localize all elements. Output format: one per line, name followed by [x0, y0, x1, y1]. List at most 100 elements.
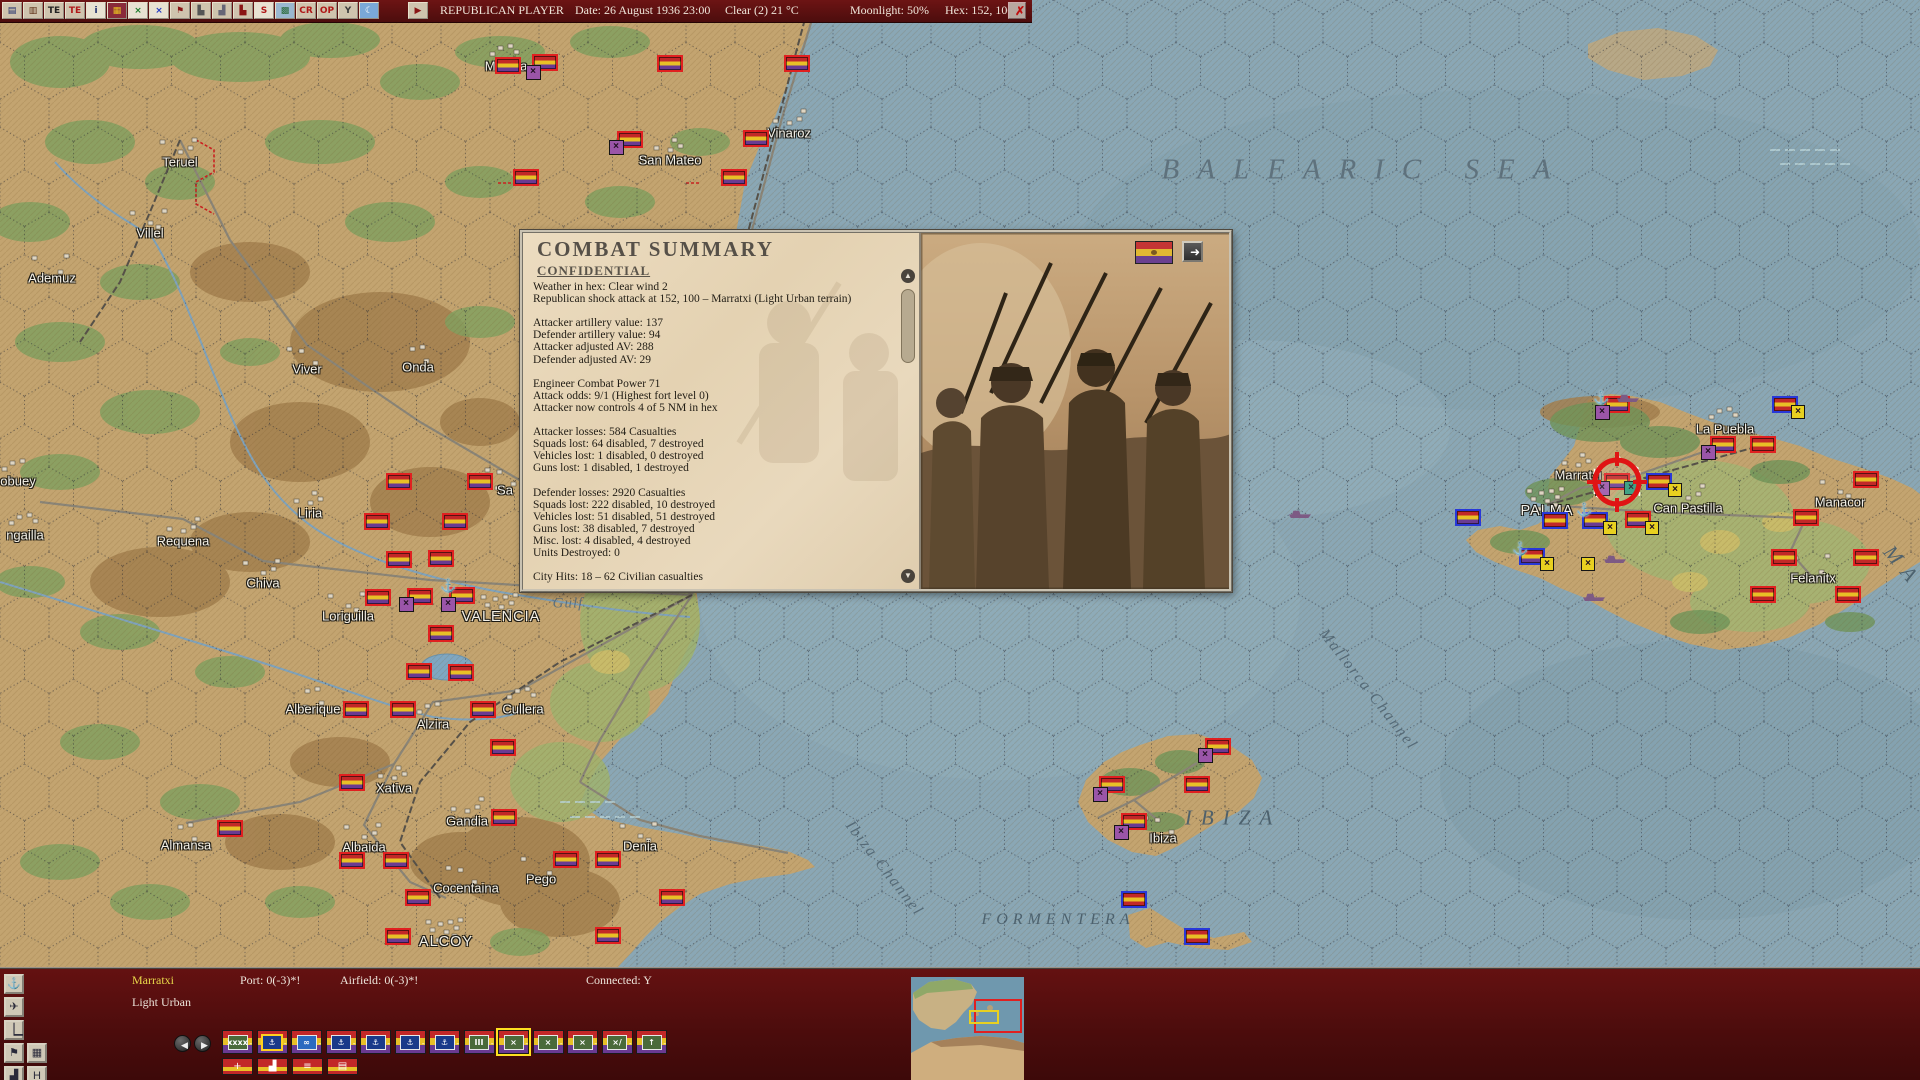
supply-icon[interactable]: S	[254, 2, 274, 19]
unit-counter[interactable]	[442, 513, 468, 530]
garrison-marker[interactable]: ×	[609, 140, 624, 155]
unit-fleet3-button[interactable]: ⚓-	[395, 1030, 426, 1054]
save-icon[interactable]: ▤	[2, 2, 22, 19]
objective-marker[interactable]: ×	[1645, 521, 1659, 535]
objective-marker[interactable]: ×	[1540, 557, 1554, 571]
unit-counter[interactable]	[513, 169, 539, 186]
objective-marker[interactable]: ×	[1668, 483, 1682, 497]
density-icon[interactable]: ▦	[107, 2, 127, 19]
info-icon[interactable]: i	[86, 2, 106, 19]
naval-filter-icon[interactable]: ▕▁	[4, 1020, 24, 1040]
garrison-marker[interactable]: ×	[1701, 445, 1716, 460]
unit-counter[interactable]	[743, 130, 769, 147]
unit-counter[interactable]	[721, 169, 747, 186]
next-phase-icon[interactable]: ▶	[408, 2, 428, 19]
garrison-marker[interactable]: ×	[526, 65, 541, 80]
unit-counter[interactable]	[339, 774, 365, 791]
commanders-report-icon[interactable]: CR	[296, 2, 316, 19]
unit-counter[interactable]	[467, 473, 493, 490]
factory-filter-icon[interactable]: ▟	[4, 1066, 24, 1080]
unit-counter[interactable]	[428, 625, 454, 642]
unit-counter[interactable]	[1835, 586, 1861, 603]
port-anchor-icon[interactable]: ⚓	[1512, 541, 1528, 557]
depot-marker[interactable]: ×	[1624, 481, 1638, 495]
port-anchor-icon[interactable]: ⚓	[1593, 390, 1609, 406]
unit-counter[interactable]	[657, 55, 683, 72]
bombard-icon[interactable]: ▙	[191, 2, 211, 19]
unit-counter[interactable]	[386, 551, 412, 568]
day-night-icon[interactable]: ☾	[359, 2, 379, 19]
unit-counter[interactable]	[553, 851, 579, 868]
unit-counter[interactable]	[448, 664, 474, 681]
garrison-marker[interactable]: ×	[399, 597, 414, 612]
garrison-marker[interactable]: ×	[1198, 748, 1213, 763]
unit-counter[interactable]	[383, 852, 409, 869]
port-anchor-icon[interactable]: ⚓	[440, 578, 456, 594]
unit-corps-button[interactable]: III-	[464, 1030, 495, 1054]
scrollbar-thumb[interactable]	[901, 289, 915, 363]
garrison-marker[interactable]: ×	[1595, 405, 1610, 420]
unit-counter[interactable]	[405, 889, 431, 906]
unit-fleet4-button[interactable]: ⚓-	[429, 1030, 460, 1054]
repair-button[interactable]: +	[222, 1058, 253, 1075]
unit-counter[interactable]	[390, 701, 416, 718]
orders-log-icon[interactable]: ▥	[23, 2, 43, 19]
operations-icon[interactable]: OP	[317, 2, 337, 19]
garrison-marker[interactable]: ×	[1093, 787, 1108, 802]
anchor-filter-icon[interactable]: ⚓	[4, 974, 24, 994]
prev-unit-button[interactable]: ◀	[174, 1035, 191, 1052]
unit-infantry1-button[interactable]: ×-	[498, 1030, 529, 1054]
terrain-icon[interactable]: ▩	[275, 2, 295, 19]
unit-infantry3-button[interactable]: ×-	[567, 1030, 598, 1054]
unit-counter[interactable]	[1771, 549, 1797, 566]
unit-counter[interactable]	[659, 889, 685, 906]
unit-infantry2-button[interactable]: ×-	[533, 1030, 564, 1054]
unit-reserve-button[interactable]: ↑-	[636, 1030, 667, 1054]
scroll-up-button[interactable]: ▲	[901, 269, 915, 283]
depot-button[interactable]: ▤	[327, 1058, 358, 1075]
unit-counter[interactable]	[1793, 509, 1819, 526]
unit-counter[interactable]	[490, 739, 516, 756]
naval-icon[interactable]: ▟	[212, 2, 232, 19]
flag-filter-icon[interactable]: ⚑	[4, 1043, 24, 1063]
map-mode-icon[interactable]: ▦	[27, 1043, 47, 1063]
toggle-te2-icon[interactable]: TE	[65, 2, 85, 19]
unit-counter[interactable]	[1853, 471, 1879, 488]
garrison-marker[interactable]: ×	[1595, 481, 1610, 496]
unit-counter[interactable]	[491, 809, 517, 826]
unit-counter[interactable]	[428, 550, 454, 567]
scroll-down-button[interactable]: ▼	[901, 569, 915, 583]
unit-counter[interactable]	[406, 663, 432, 680]
unit-counter[interactable]	[1750, 586, 1776, 603]
unit-counter[interactable]	[339, 852, 365, 869]
unit-engineer-button[interactable]: ×/-	[602, 1030, 633, 1054]
next-combat-button[interactable]: ➜	[1182, 241, 1203, 262]
unit-hq-button[interactable]: xxxx-	[222, 1030, 253, 1054]
air-filter-icon[interactable]: ✈	[4, 997, 24, 1017]
objective-marker[interactable]: ×	[1791, 405, 1805, 419]
unit-counter[interactable]	[385, 928, 411, 945]
unit-counter[interactable]	[1455, 509, 1481, 526]
train-button[interactable]: ≡	[292, 1058, 323, 1075]
unit-counter[interactable]	[1184, 928, 1210, 945]
close-button[interactable]: ✗	[1008, 2, 1026, 19]
unit-fleet1-button[interactable]: ⚓-	[326, 1030, 357, 1054]
ship-marker[interactable]	[1604, 555, 1626, 563]
unit-counter[interactable]	[217, 820, 243, 837]
unit-counter[interactable]	[1184, 776, 1210, 793]
ship-marker[interactable]	[1289, 510, 1311, 518]
unit-naval-hq-button[interactable]: ⚓-	[257, 1030, 288, 1054]
unit-counter[interactable]	[495, 57, 521, 74]
unit-counter[interactable]	[1121, 891, 1147, 908]
toggle-te1-icon[interactable]: TE	[44, 2, 64, 19]
ship-marker[interactable]	[1583, 593, 1605, 601]
unit-counter[interactable]	[595, 851, 621, 868]
unit-counter[interactable]	[1542, 512, 1568, 529]
unit-counter[interactable]	[1750, 436, 1776, 453]
losses-icon[interactable]: ▙	[233, 2, 253, 19]
next-unit-button[interactable]: ▶	[194, 1035, 211, 1052]
unit-counter[interactable]	[595, 927, 621, 944]
objective-marker[interactable]: ×	[1581, 557, 1595, 571]
unit-counter[interactable]	[386, 473, 412, 490]
unit-counter[interactable]	[364, 513, 390, 530]
